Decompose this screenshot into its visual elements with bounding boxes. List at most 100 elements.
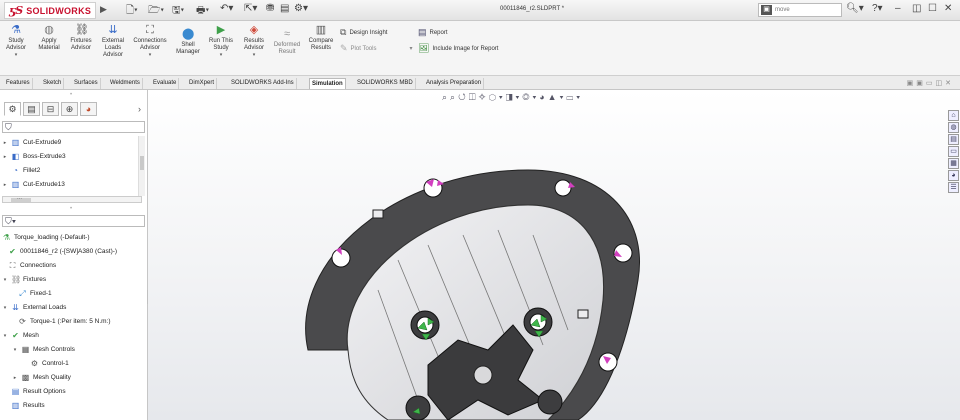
design-library-icon[interactable]: ▤ bbox=[948, 134, 959, 145]
tab-evaluate[interactable]: Evaluate bbox=[151, 78, 180, 89]
undo-icon[interactable]: ↶▾ bbox=[220, 3, 233, 14]
view-settings-icon[interactable]: ▭▾ bbox=[566, 92, 583, 102]
tree-item-cut-extrude9[interactable]: ▸ ▥ Cut-Extrude9 bbox=[2, 138, 62, 147]
panel-grip[interactable]: • bbox=[70, 92, 72, 98]
tree-item-control-1[interactable]: ⚙ Control-1 bbox=[30, 359, 69, 368]
graphics-viewport[interactable]: ⌕⌕↺◫✧⬡▾◨▾◎▾◕▲▾▭▾ ⌂ ◍ ▤ ▭ ▦ ◕ ☰ bbox=[148, 90, 960, 420]
fixtures-advisor-button[interactable]: ⛓ Fixtures Advisor bbox=[66, 24, 96, 52]
expand-icon[interactable]: ▸ bbox=[12, 375, 18, 381]
scroll-thumb[interactable] bbox=[140, 156, 144, 170]
dynamic-annotation-icon[interactable]: ✧ bbox=[479, 92, 489, 102]
tree-item-cut-extrude13[interactable]: ▸ ▥ Cut-Extrude13 bbox=[2, 180, 65, 189]
section-view-icon[interactable]: ◫ bbox=[469, 92, 479, 102]
tree-item-external-loads[interactable]: ▾ ⇊ External Loads bbox=[2, 303, 67, 312]
tree-item-study[interactable]: ⚗ Torque_loading (-Default-) bbox=[2, 233, 90, 242]
help-icon[interactable]: ?▾ bbox=[872, 3, 883, 14]
feature-tree-tab-icon[interactable]: ⚙ bbox=[4, 102, 21, 116]
appearance-tab-icon[interactable]: ◕ bbox=[80, 102, 97, 116]
print-icon[interactable]: 🖶▾ bbox=[196, 3, 209, 20]
new-document-icon[interactable]: 🗋▾ bbox=[126, 3, 138, 20]
tree-item-mesh[interactable]: ▾ ✔ Mesh bbox=[2, 331, 39, 340]
menu-expand-icon[interactable]: ▶ bbox=[100, 4, 107, 15]
tree-item-part[interactable]: ✔ 00011846_r2 (-[SW]A380 (Cast)-) bbox=[8, 247, 117, 256]
external-loads-advisor-button[interactable]: ⇊ External Loads Advisor bbox=[98, 24, 128, 59]
close-icon[interactable]: ✕ bbox=[944, 3, 952, 14]
feature-filter[interactable]: ⛉ bbox=[2, 121, 145, 133]
compare-results-button[interactable]: ▥ Compare Results bbox=[306, 24, 336, 52]
report-button[interactable]: ▤ Report bbox=[418, 27, 448, 38]
tree-item-connections[interactable]: ⛶ Connections bbox=[8, 261, 56, 270]
plot-tools-button[interactable]: ✎ Plot Tools ▾ bbox=[340, 43, 412, 54]
scene-icon[interactable]: ▲▾ bbox=[548, 92, 567, 102]
tab-sketch[interactable]: Sketch bbox=[41, 78, 65, 89]
results-advisor-button[interactable]: ◈ Results Advisor ▾ bbox=[240, 24, 268, 59]
collapse-icon[interactable]: ▾ bbox=[2, 305, 8, 311]
open-document-icon[interactable]: 🗁▾ bbox=[148, 3, 164, 20]
zoom-area-icon[interactable]: ⌕ bbox=[450, 92, 458, 102]
study-filter[interactable]: ⛉▾ bbox=[2, 215, 145, 227]
search-scope-icon[interactable]: ▣ bbox=[761, 5, 772, 15]
collapse-icon[interactable]: ▾ bbox=[2, 277, 8, 283]
window-tab-icons[interactable]: ▣▣▭◫✕ bbox=[907, 79, 954, 87]
collapse-icon[interactable]: ▾ bbox=[12, 347, 18, 353]
tree-item-fixtures[interactable]: ▾ ⛓ Fixtures bbox=[2, 275, 46, 284]
panel-splitter[interactable]: • bbox=[70, 206, 72, 212]
rebuild-icon[interactable]: ⛃ bbox=[266, 3, 274, 14]
chevron-right-icon[interactable]: › bbox=[138, 104, 141, 114]
dimxpert-tab-icon[interactable]: ⊕ bbox=[61, 102, 78, 116]
maximize-icon[interactable]: ☐ bbox=[928, 3, 937, 14]
tab-simulation[interactable]: Simulation bbox=[309, 78, 346, 89]
edit-appearance-icon[interactable]: ◕ bbox=[539, 92, 547, 102]
appearances-icon[interactable]: ◕ bbox=[948, 170, 959, 181]
search-icon[interactable]: 🔍︎▾ bbox=[846, 3, 864, 14]
tab-features[interactable]: Features bbox=[4, 78, 33, 89]
display-style-icon[interactable]: ◨▾ bbox=[506, 92, 523, 102]
minimize-icon[interactable]: – bbox=[895, 3, 901, 14]
tab-surfaces[interactable]: Surfaces bbox=[72, 78, 101, 89]
design-insight-button[interactable]: ⧉ Design Insight bbox=[340, 27, 387, 38]
collapse-icon[interactable]: ▾ bbox=[2, 333, 8, 339]
tree-item-result-options[interactable]: ▤ Result Options bbox=[2, 387, 66, 396]
include-image-button[interactable]: 🖼︎ Include Image for Report bbox=[418, 43, 498, 54]
expand-icon[interactable]: ▸ bbox=[2, 140, 8, 146]
tab-dimxpert[interactable]: DimXpert bbox=[187, 78, 218, 89]
select-icon[interactable]: ⇱▾ bbox=[244, 3, 257, 14]
connections-advisor-button[interactable]: ⛶ Connections Advisor ▾ bbox=[130, 24, 170, 59]
file-properties-icon[interactable]: ▤ bbox=[280, 3, 289, 14]
custom-properties-icon[interactable]: ☰ bbox=[948, 182, 959, 193]
run-this-study-button[interactable]: ▶ Run This Study ▾ bbox=[206, 24, 236, 59]
tree-item-mesh-controls[interactable]: ▾ ▦ Mesh Controls bbox=[12, 345, 75, 354]
property-manager-tab-icon[interactable]: ▤ bbox=[23, 102, 40, 116]
tab-addins[interactable]: SOLIDWORKS Add-Ins bbox=[229, 78, 297, 89]
tree-item-mesh-quality[interactable]: ▸ ▩ Mesh Quality bbox=[12, 373, 71, 382]
deformed-result-button[interactable]: ≈ Deformed Result bbox=[270, 28, 304, 56]
expand-icon[interactable]: ▸ bbox=[2, 154, 8, 160]
tree-item-fixed-1[interactable]: ⤢ Fixed-1 bbox=[18, 289, 51, 298]
part-model[interactable] bbox=[278, 150, 798, 420]
tab-weldments[interactable]: Weldments bbox=[108, 78, 143, 89]
previous-view-icon[interactable]: ↺ bbox=[458, 92, 469, 102]
zoom-to-fit-icon[interactable]: ⌕ bbox=[442, 92, 450, 102]
home-icon[interactable]: ⌂ bbox=[948, 110, 959, 121]
tree-item-boss-extrude3[interactable]: ▸ ◧ Boss-Extrude3 bbox=[2, 152, 66, 161]
view-orientation-icon[interactable]: ⬡▾ bbox=[489, 92, 506, 102]
tree-item-results[interactable]: ▥ Results bbox=[2, 401, 45, 410]
search-box[interactable]: ▣ bbox=[758, 3, 842, 17]
expand-icon[interactable]: ▸ bbox=[2, 182, 8, 188]
view-palette-icon[interactable]: ▦ bbox=[948, 158, 959, 169]
file-explorer-icon[interactable]: ▭ bbox=[948, 146, 959, 157]
horizontal-scrollbar[interactable]: ... bbox=[2, 195, 142, 203]
tree-item-torque-1[interactable]: ⟳ Torque-1 (:Per item: 5 N.m:) bbox=[18, 317, 110, 326]
save-icon[interactable]: 🖫▾ bbox=[172, 3, 184, 20]
tab-analysis-preparation[interactable]: Analysis Preparation bbox=[424, 78, 485, 89]
configuration-tab-icon[interactable]: ⊟ bbox=[42, 102, 59, 116]
restore-icon[interactable]: ◫ bbox=[912, 3, 921, 14]
hide-show-icon[interactable]: ◎▾ bbox=[522, 92, 539, 102]
resources-icon[interactable]: ◍ bbox=[948, 122, 959, 133]
options-gear-icon[interactable]: ⚙▾ bbox=[294, 3, 308, 14]
study-advisor-button[interactable]: ⚗ Study Advisor ▾ bbox=[4, 24, 28, 59]
shell-manager-button[interactable]: ⬤ Shell Manager bbox=[174, 28, 202, 56]
tree-item-fillet2[interactable]: ◔ Fillet2 bbox=[2, 166, 40, 175]
tab-mbd[interactable]: SOLIDWORKS MBD bbox=[355, 78, 416, 89]
feature-tree-scrollbar[interactable] bbox=[138, 136, 145, 196]
